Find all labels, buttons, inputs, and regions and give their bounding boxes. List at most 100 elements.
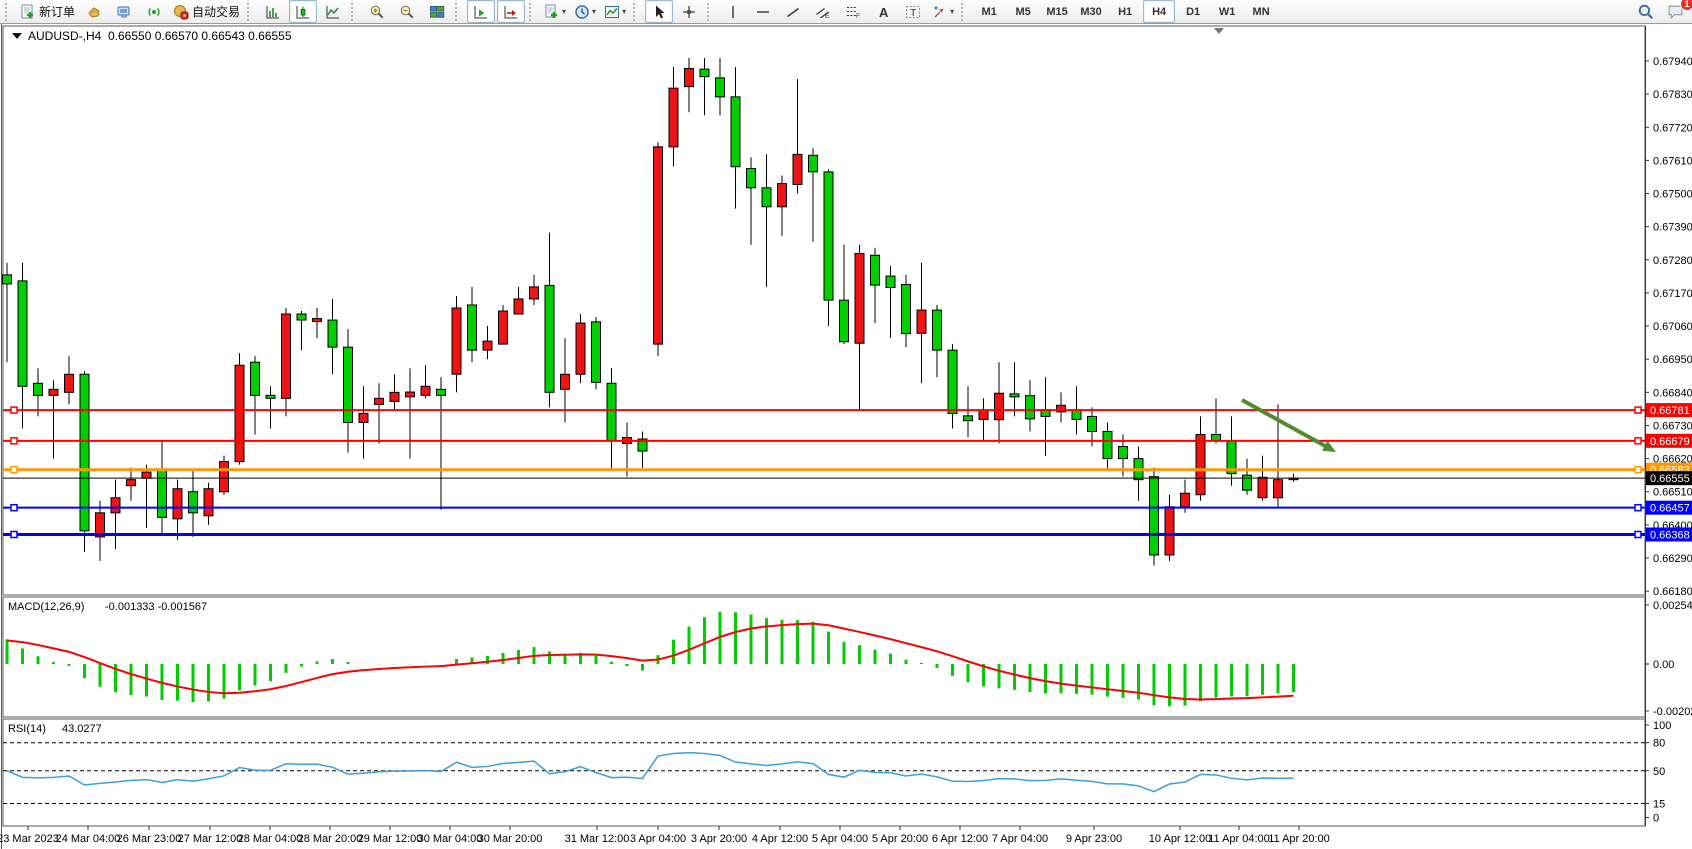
- candle-body: [1010, 394, 1019, 397]
- candle-body: [204, 489, 213, 516]
- candle-body: [576, 323, 585, 374]
- tile-windows-button[interactable]: [423, 0, 451, 23]
- price-tick-label: 0.67390: [1653, 222, 1692, 234]
- line-handle[interactable]: [1635, 467, 1641, 473]
- candlestick-button[interactable]: [289, 0, 317, 23]
- line-handle[interactable]: [11, 467, 17, 473]
- equidistant-channel-button[interactable]: E: [809, 0, 837, 23]
- templates-button[interactable]: ▾: [601, 0, 629, 23]
- zoomout-icon: [399, 4, 415, 20]
- line-handle[interactable]: [1635, 531, 1641, 537]
- cursor-button[interactable]: [645, 0, 673, 23]
- autotrading-button[interactable]: 自动交易: [170, 0, 243, 23]
- candle-body: [545, 285, 554, 392]
- search-button[interactable]: [1631, 0, 1659, 23]
- line-handle[interactable]: [11, 505, 17, 511]
- chart-window[interactable]: 0.679400.678300.677200.676100.675000.673…: [0, 24, 1692, 849]
- candle-body: [948, 350, 957, 413]
- time-tick-label: 7 Apr 04:00: [992, 833, 1048, 845]
- toolbar-grip: [455, 3, 463, 21]
- candle-body: [437, 389, 446, 395]
- indicators-button[interactable]: ▾: [541, 0, 569, 23]
- fibo-icon: F: [845, 4, 861, 20]
- data-window-button[interactable]: [110, 0, 138, 23]
- tile-icon: [429, 4, 445, 20]
- price-tick-label: 0.67610: [1653, 155, 1692, 167]
- time-tick-label: 24 Mar 04:00: [56, 833, 121, 845]
- channel-icon: E: [815, 4, 831, 20]
- line-handle[interactable]: [1635, 505, 1641, 511]
- candle-body: [328, 320, 337, 347]
- time-tick-label: 28 Mar 20:00: [298, 833, 363, 845]
- rsi-panel[interactable]: [3, 719, 1645, 826]
- line-handle[interactable]: [1635, 438, 1641, 444]
- line-chart-button[interactable]: [319, 0, 347, 23]
- timeframe-m30-button[interactable]: M30: [1075, 0, 1107, 23]
- clock-icon: [574, 4, 590, 20]
- new-order-icon: [20, 4, 36, 20]
- autoscroll-button[interactable]: [467, 0, 495, 23]
- text-button[interactable]: A: [869, 0, 897, 23]
- new-order-button[interactable]: 新订单: [17, 0, 78, 23]
- timeframe-h4-button[interactable]: H4: [1143, 0, 1175, 23]
- candle-body: [313, 319, 322, 322]
- candle-icon: [295, 4, 311, 20]
- line-handle[interactable]: [11, 531, 17, 537]
- timeframe-m1-button[interactable]: M1: [973, 0, 1005, 23]
- time-tick-label: 11 Apr 04:00: [1208, 833, 1270, 845]
- price-tick-label: 0.67280: [1653, 255, 1692, 267]
- time-tick-label: 9 Apr 23:00: [1066, 833, 1122, 845]
- macd-panel[interactable]: [3, 597, 1645, 717]
- candle-body: [654, 147, 663, 344]
- candle-body: [917, 310, 926, 333]
- candle-body: [189, 492, 198, 513]
- rsi-title: RSI(14): [8, 723, 46, 735]
- trendline-button[interactable]: [779, 0, 807, 23]
- time-tick-label: 30 Mar 04:00: [418, 833, 483, 845]
- notifications-button[interactable]: 1: [1661, 0, 1689, 23]
- candle-body: [390, 392, 399, 401]
- text-label-button[interactable]: T: [899, 0, 927, 23]
- chartshift-icon: [503, 4, 519, 20]
- timeframe-w1-button[interactable]: W1: [1211, 0, 1243, 23]
- vline-icon: [725, 4, 741, 20]
- periods-button[interactable]: ▾: [571, 0, 599, 23]
- timeframe-mn-button[interactable]: MN: [1245, 0, 1277, 23]
- horizontal-line-button[interactable]: [749, 0, 777, 23]
- macd-tick-label: -0.002026: [1653, 706, 1692, 718]
- chart-shift-button[interactable]: [497, 0, 525, 23]
- fibonacci-button[interactable]: F: [839, 0, 867, 23]
- line-handle[interactable]: [11, 438, 17, 444]
- signals-button[interactable]: [140, 0, 168, 23]
- price-tick-label: 0.67500: [1653, 189, 1692, 201]
- candle-body: [1088, 416, 1097, 431]
- macd-tick-label: 0.002545: [1653, 600, 1692, 612]
- line-handle[interactable]: [11, 407, 17, 413]
- svg-text:F: F: [856, 13, 860, 20]
- crosshair-button[interactable]: [675, 0, 703, 23]
- svg-text:A: A: [879, 5, 889, 20]
- timeframe-m15-button[interactable]: M15: [1041, 0, 1073, 23]
- toolbar-grip: [529, 3, 537, 21]
- bar-chart-button[interactable]: [259, 0, 287, 23]
- price-tag-label: 0.66679: [1650, 436, 1690, 448]
- candle-body: [297, 314, 306, 320]
- timeframe-m5-button[interactable]: M5: [1007, 0, 1039, 23]
- timeframe-d1-button[interactable]: D1: [1177, 0, 1209, 23]
- main-chart-panel[interactable]: [3, 26, 1645, 595]
- zoom-in-button[interactable]: [363, 0, 391, 23]
- gold-pouch-button[interactable]: [80, 0, 108, 23]
- line-handle[interactable]: [1635, 407, 1641, 413]
- timeframe-h1-button[interactable]: H1: [1109, 0, 1141, 23]
- candle-body: [700, 69, 709, 77]
- zoom-out-button[interactable]: [393, 0, 421, 23]
- arrows-button[interactable]: ▾: [929, 0, 957, 23]
- toolbar-right-icons: 1: [1630, 0, 1690, 23]
- candle-body: [793, 154, 802, 184]
- vertical-line-button[interactable]: [719, 0, 747, 23]
- candle-body: [933, 310, 942, 350]
- autoscroll-icon: [473, 4, 489, 20]
- linechart-icon: [325, 4, 341, 20]
- chevron-down-icon: ▾: [950, 7, 954, 16]
- chevron-down-icon: ▾: [562, 7, 566, 16]
